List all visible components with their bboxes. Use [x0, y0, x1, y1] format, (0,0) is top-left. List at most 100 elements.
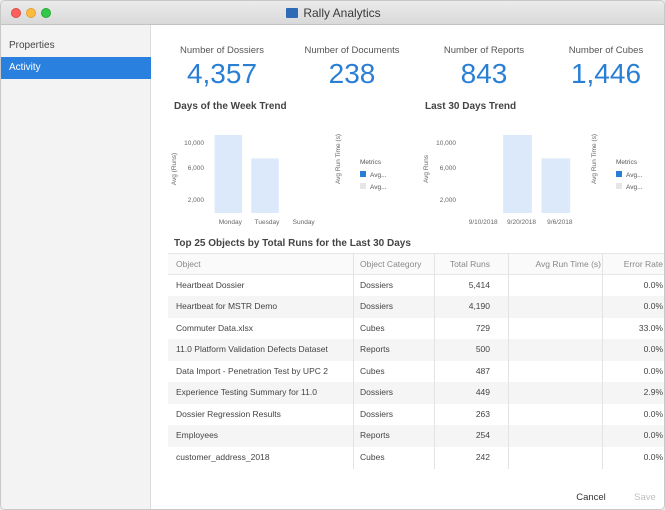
x-tick-label: 9/20/2018: [507, 219, 536, 226]
cell-category: Cubes: [360, 322, 385, 333]
top-objects-table: Object Object Category Total Runs Avg Ru…: [168, 253, 664, 469]
stat-value: 843: [460, 58, 508, 89]
table-row[interactable]: Dossier Regression Results Dossiers 263 0.0…: [168, 404, 664, 426]
y-tick-label: 2,000: [188, 197, 205, 204]
cell-avg-run-time: [511, 382, 601, 404]
window-title: Rally Analytics: [303, 6, 381, 20]
cell-object: Employees: [176, 430, 219, 440]
stat-value: 4,357: [186, 58, 258, 89]
cell-object: Dossier Regression Results: [176, 408, 281, 419]
stat-cubes: Number of Cubes 1,446: [546, 45, 664, 90]
title-bar: Rally Analytics: [1, 1, 664, 25]
cell-category: Dossiers: [360, 279, 394, 290]
cell-object: Data Import - Penetration Test by UPC 2: [176, 365, 328, 376]
stat-dossiers: Number of Dossiers 4,357: [162, 45, 282, 90]
legend-entry: Avg...: [370, 184, 387, 191]
cell-avg-run-time: [511, 275, 601, 297]
table-row[interactable]: Data Import - Penetration Test by UPC 2 C…: [168, 361, 664, 383]
legend-swatch: [360, 171, 366, 177]
cell-category: Cubes: [360, 451, 385, 462]
stat-label: Number of Documents: [304, 45, 400, 56]
cancel-button[interactable]: Cancel: [568, 489, 614, 507]
chart-bar: [541, 158, 571, 213]
cell-category: Dossiers: [360, 387, 394, 397]
activity-panel: Number of Dossiers 4,357 Number of Docum…: [152, 25, 664, 509]
cell-total-runs: 487: [475, 365, 490, 376]
days-of-week-chart: Avg (Runs) 10,000 6,000 2,000 Monday Tuesday S…: [171, 134, 387, 226]
stat-label: Number of Dossiers: [180, 45, 264, 56]
cell-error-rate: 0.0%: [643, 344, 663, 354]
column-header-error-rate[interactable]: Error Rate: [603, 254, 663, 276]
table-row[interactable]: Heartbeat Dossier Dossiers 5,414 0.0%: [168, 275, 664, 297]
y2-axis-label: Avg Run Time (s): [591, 134, 598, 184]
y-axis-label: Avg (Runs): [171, 153, 178, 185]
legend-entry: Avg...: [626, 184, 643, 191]
cell-error-rate: 0.0%: [643, 430, 663, 440]
sidebar-item-properties[interactable]: Properties: [1, 35, 151, 57]
y-tick-label: 6,000: [440, 165, 457, 172]
sidebar-item-activity[interactable]: Activity: [1, 57, 151, 79]
week-chart-title: Days of the Week Trend: [174, 101, 287, 112]
y-tick-label: 10,000: [436, 140, 456, 147]
column-header-category[interactable]: Object Category: [360, 254, 435, 276]
x-tick-label: Sunday: [293, 219, 316, 226]
y-tick-label: 6,000: [188, 165, 205, 172]
sidebar-item-label: Properties: [9, 40, 55, 51]
y-tick-label: 2,000: [440, 197, 457, 204]
legend-title: Metrics: [616, 159, 638, 166]
cell-category: Cubes: [360, 365, 385, 376]
cell-total-runs: 263: [475, 408, 490, 419]
cell-avg-run-time: [511, 296, 601, 318]
cell-total-runs: 449: [475, 387, 490, 397]
legend-swatch: [616, 171, 622, 177]
cell-object: 11.0 Platform Validation Defects Dataset: [176, 344, 328, 354]
app-icon: [286, 8, 299, 18]
cell-error-rate: 0.0%: [643, 279, 663, 290]
table-row[interactable]: Heartbeat for MSTR Demo Dossiers 4,190 0.0%: [168, 296, 664, 318]
cell-error-rate: 0.0%: [643, 408, 663, 419]
column-header-total-runs[interactable]: Total Runs: [436, 254, 490, 276]
cell-error-rate: 0.0%: [643, 451, 663, 462]
cell-total-runs: 500: [475, 344, 490, 354]
cell-error-rate: 2.9%: [643, 387, 663, 397]
cell-category: Dossiers: [360, 408, 394, 419]
cell-total-runs: 4,190: [468, 301, 490, 311]
cell-category: Dossiers: [360, 301, 394, 311]
cell-total-runs: 5,414: [468, 279, 490, 290]
rally-analytics-window: Rally Analytics Properties Activity Numb…: [0, 0, 665, 510]
column-header-avg-run-time[interactable]: Avg Run Time (s): [511, 254, 601, 276]
table-row[interactable]: customer_address_2018 Cubes 242 0.0%: [168, 447, 664, 469]
cell-avg-run-time: [511, 404, 601, 426]
column-divider: [508, 253, 509, 469]
cell-object: Commuter Data.xlsx: [176, 322, 253, 333]
table-header-row: Object Object Category Total Runs Avg Ru…: [168, 253, 664, 276]
cell-object: Experience Testing Summary for 11.0: [176, 387, 317, 397]
cell-total-runs: 242: [475, 451, 490, 462]
chart-bar: [251, 158, 279, 213]
x-tick-label: 9/10/2018: [469, 219, 498, 226]
table-row[interactable]: Employees Reports 254 0.0%: [168, 425, 664, 447]
cell-object: Heartbeat Dossier: [176, 279, 245, 290]
cell-error-rate: 33.0%: [638, 322, 663, 333]
column-header-object[interactable]: Object: [176, 254, 348, 276]
stat-label: Number of Cubes: [568, 45, 644, 56]
table-row[interactable]: Experience Testing Summary for 11.0 Dossi…: [168, 382, 664, 404]
column-divider: [353, 253, 354, 469]
cell-object: Heartbeat for MSTR Demo: [176, 301, 278, 311]
cell-category: Reports: [360, 430, 390, 440]
table-title: Top 25 Objects by Total Runs for the Las…: [174, 238, 411, 249]
cell-avg-run-time: [511, 361, 601, 383]
chart-bar: [503, 135, 532, 213]
cell-category: Reports: [360, 344, 390, 354]
save-button[interactable]: Save: [628, 489, 662, 507]
table-row[interactable]: 11.0 Platform Validation Defects Dataset…: [168, 339, 664, 361]
legend-swatch: [616, 183, 622, 189]
x-tick-label: 9/6/2018: [547, 219, 573, 226]
table-row[interactable]: Commuter Data.xlsx Cubes 729 33.0%: [168, 318, 664, 340]
stat-label: Number of Reports: [443, 45, 525, 56]
cell-error-rate: 0.0%: [643, 301, 663, 311]
column-divider: [602, 253, 603, 469]
x-tick-label: Monday: [219, 219, 243, 226]
cell-error-rate: 0.0%: [643, 365, 663, 376]
column-divider: [434, 253, 435, 469]
